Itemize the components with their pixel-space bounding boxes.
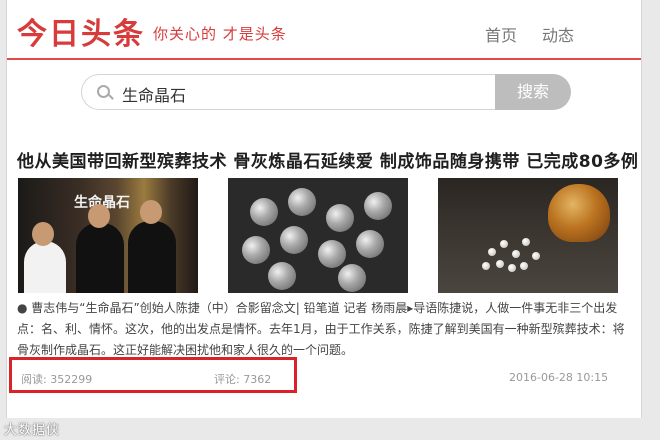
crystal-stone	[250, 198, 278, 226]
watermark: 大数据侠	[4, 423, 61, 438]
search-icon	[97, 85, 110, 98]
crystal-bead	[488, 248, 496, 256]
crystal-stone	[288, 188, 316, 216]
search-query: 生命晶石	[122, 86, 187, 105]
nav-home[interactable]: 首页	[485, 22, 517, 46]
site-logo[interactable]: 今日头条	[17, 9, 145, 53]
crystal-stone	[318, 240, 346, 268]
crystal-stone	[326, 204, 354, 232]
crystal-bead	[520, 262, 528, 270]
crystal-stone	[280, 226, 308, 254]
crystal-stone	[356, 230, 384, 258]
article-excerpt: ● 曹志伟与“生命晶石”创始人陈捷（中）合影留念文| 铅笔道 记者 杨雨晨▸导语…	[17, 301, 625, 357]
article-title[interactable]: 他从美国带回新型殡葬技术 骨灰炼晶石延续爱 制成饰品随身携带 已完成80多例	[17, 147, 638, 172]
person-figure	[128, 221, 176, 293]
glass-cup	[548, 184, 610, 242]
crystal-bead	[512, 250, 520, 258]
person-head	[32, 222, 54, 246]
person-head	[140, 200, 162, 224]
site-header: 今日头条 你关心的 才是头条 首页 动态	[7, 0, 641, 60]
crystal-stone	[242, 236, 270, 264]
site-slogan: 你关心的 才是头条	[153, 25, 287, 43]
article-image-2[interactable]	[228, 178, 408, 293]
crystal-bead	[532, 252, 540, 260]
person-figure	[24, 241, 66, 293]
news-page: 今日头条 你关心的 才是头条 首页 动态 生命晶石 搜索 他从美国带回新型殡葬技…	[6, 0, 642, 418]
person-figure	[76, 223, 124, 293]
stats-highlight-box	[9, 357, 297, 393]
crystal-stone	[338, 264, 366, 292]
crystal-bead	[508, 264, 516, 272]
person-head	[88, 204, 110, 228]
search-button[interactable]: 搜索	[495, 74, 571, 110]
crystal-bead	[496, 260, 504, 268]
publish-date: 2016-06-28 10:15	[509, 371, 609, 384]
nav-dynamic[interactable]: 动态	[542, 22, 574, 46]
article-image-1[interactable]: 生命晶石	[18, 178, 198, 293]
crystal-stone	[268, 262, 296, 290]
search-input[interactable]: 生命晶石	[81, 74, 496, 110]
article-image-3[interactable]	[438, 178, 618, 293]
crystal-bead	[482, 262, 490, 270]
crystal-bead	[522, 238, 530, 246]
search-bar: 生命晶石 搜索	[81, 74, 571, 110]
crystal-bead	[500, 240, 508, 248]
crystal-stone	[364, 192, 392, 220]
